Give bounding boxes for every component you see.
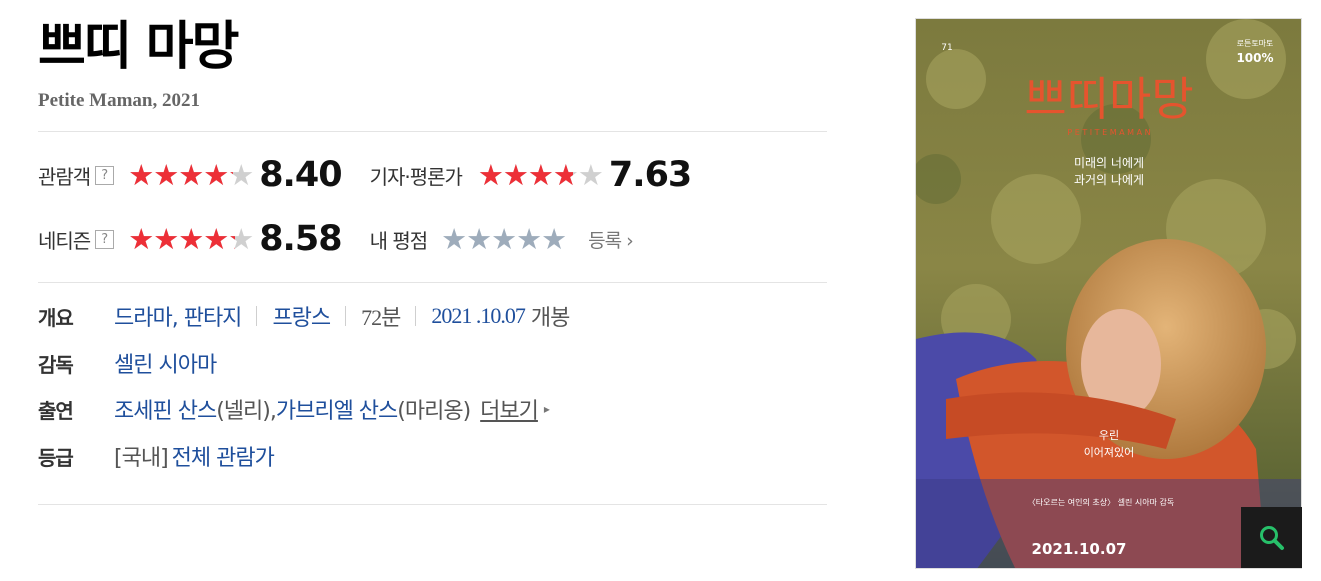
- triangle-right-icon: ▸: [543, 402, 550, 416]
- netizen-rating-label: 네티즌 ?: [38, 225, 115, 254]
- my-rating-label-text: 내 평점: [369, 228, 429, 253]
- actor-role: (마리옹): [397, 399, 471, 424]
- help-icon[interactable]: ?: [95, 165, 115, 185]
- more-cast-link[interactable]: 더보기: [480, 393, 539, 425]
- poster-credit: 〈타오르는 여인의 초상〉 셀린 시아마 감독: [1028, 497, 1174, 507]
- grade-region: [국내]: [114, 446, 169, 471]
- netizen-label-text: 네티즌: [38, 228, 91, 253]
- poster-zoom-button[interactable]: [1241, 507, 1302, 568]
- poster-tagline-2: 과거의 나에게: [1074, 173, 1144, 187]
- star-empty-icons[interactable]: ★★★★★: [441, 222, 567, 256]
- rating-row-1: 관람객 ? ★★★★★ ★★★★★ 8.40 기자·평론가 ★★★★★ ★★★★…: [38, 155, 692, 195]
- director-link[interactable]: 셀린 시아마: [114, 347, 217, 379]
- overview-label: 개요: [38, 305, 74, 330]
- separator: [256, 306, 258, 326]
- audience-score: 8.40: [259, 155, 342, 195]
- poster-subtitle-art: P E T I T E M A M A N: [1067, 128, 1150, 137]
- star-filled-icons: ★★★★★: [128, 223, 235, 255]
- star-filled-icons: ★★★★★: [477, 159, 574, 191]
- critics-score: 7.63: [608, 155, 692, 195]
- netizen-stars: ★★★★★ ★★★★★: [128, 223, 254, 255]
- poster-middle-1: 우린: [1099, 429, 1119, 442]
- director-label: 감독: [38, 352, 74, 377]
- actor-link[interactable]: 가브리엘 산스: [276, 393, 398, 425]
- grade-link[interactable]: 전체 관람가: [172, 440, 275, 472]
- poster-tagline-1: 미래의 너에게: [1074, 156, 1144, 170]
- genre-link[interactable]: 드라마, 판타지: [114, 300, 242, 332]
- release-date-link[interactable]: 2021 .10.07: [431, 303, 525, 329]
- poster-title-art: 쁘띠마망: [1024, 72, 1193, 126]
- help-icon[interactable]: ?: [95, 229, 115, 249]
- cast-label: 출연: [38, 398, 74, 423]
- divider: [38, 282, 827, 283]
- star-filled-icons: ★★★★★: [128, 159, 233, 191]
- actor-role: (넬리),: [216, 399, 277, 424]
- separator: [415, 306, 417, 326]
- poster-date: 2021.10.07: [1032, 540, 1127, 558]
- critics-rating-label: 기자·평론가: [369, 161, 463, 190]
- register-label[interactable]: 등록: [588, 230, 622, 252]
- movie-poster[interactable]: 쁘띠마망 P E T I T E M A M A N 미래의 너에게 과거의 나…: [915, 18, 1302, 569]
- runtime: 72분: [361, 305, 401, 330]
- separator: [345, 306, 347, 326]
- divider: [38, 504, 827, 505]
- poster-festival-mark: 71: [941, 43, 952, 53]
- my-rating-label: 내 평점: [369, 225, 429, 254]
- actor-link[interactable]: 조세핀 산스: [114, 393, 217, 425]
- my-rating-stars[interactable]: ★★★★★ ★★★★★: [441, 222, 567, 256]
- audience-stars: ★★★★★ ★★★★★: [128, 159, 254, 191]
- release-suffix: 개봉: [530, 306, 570, 331]
- rating-row-2: 네티즌 ? ★★★★★ ★★★★★ 8.58 내 평점 ★★★★★ ★★★★★ …: [38, 219, 634, 259]
- poster-badge-value: 100%: [1236, 51, 1273, 65]
- grade-label: 등급: [38, 445, 74, 470]
- director-row: 감독 셀린 시아마: [38, 345, 217, 381]
- country-link[interactable]: 프랑스: [272, 300, 331, 332]
- poster-middle-2: 이어져있어: [1084, 446, 1135, 459]
- overview-row: 개요 드라마, 판타지 프랑스 72분 2021 .10.07 개봉: [38, 298, 570, 334]
- divider: [38, 131, 827, 132]
- poster-badge-label: 로튼토마토: [1237, 39, 1274, 48]
- audience-label-text: 관람객: [38, 164, 91, 189]
- poster-image: 쁘띠마망 P E T I T E M A M A N 미래의 너에게 과거의 나…: [916, 19, 1301, 568]
- grade-row: 등급 [국내] 전체 관람가: [38, 438, 275, 474]
- critics-label-text: 기자·평론가: [369, 164, 463, 189]
- netizen-score: 8.58: [259, 219, 342, 259]
- audience-rating-label: 관람객 ?: [38, 161, 115, 190]
- chevron-right-icon: ›: [626, 229, 634, 252]
- cast-row: 출연 조세핀 산스 (넬리), 가브리엘 산스 (마리옹) 더보기 ▸: [38, 391, 550, 427]
- critics-stars: ★★★★★ ★★★★★: [477, 159, 604, 191]
- movie-original-title: Petite Maman, 2021: [38, 90, 200, 111]
- register-rating-link[interactable]: 등록 ›: [588, 226, 634, 253]
- movie-title: 쁘띠 마망: [38, 17, 239, 77]
- search-icon[interactable]: [1258, 524, 1286, 552]
